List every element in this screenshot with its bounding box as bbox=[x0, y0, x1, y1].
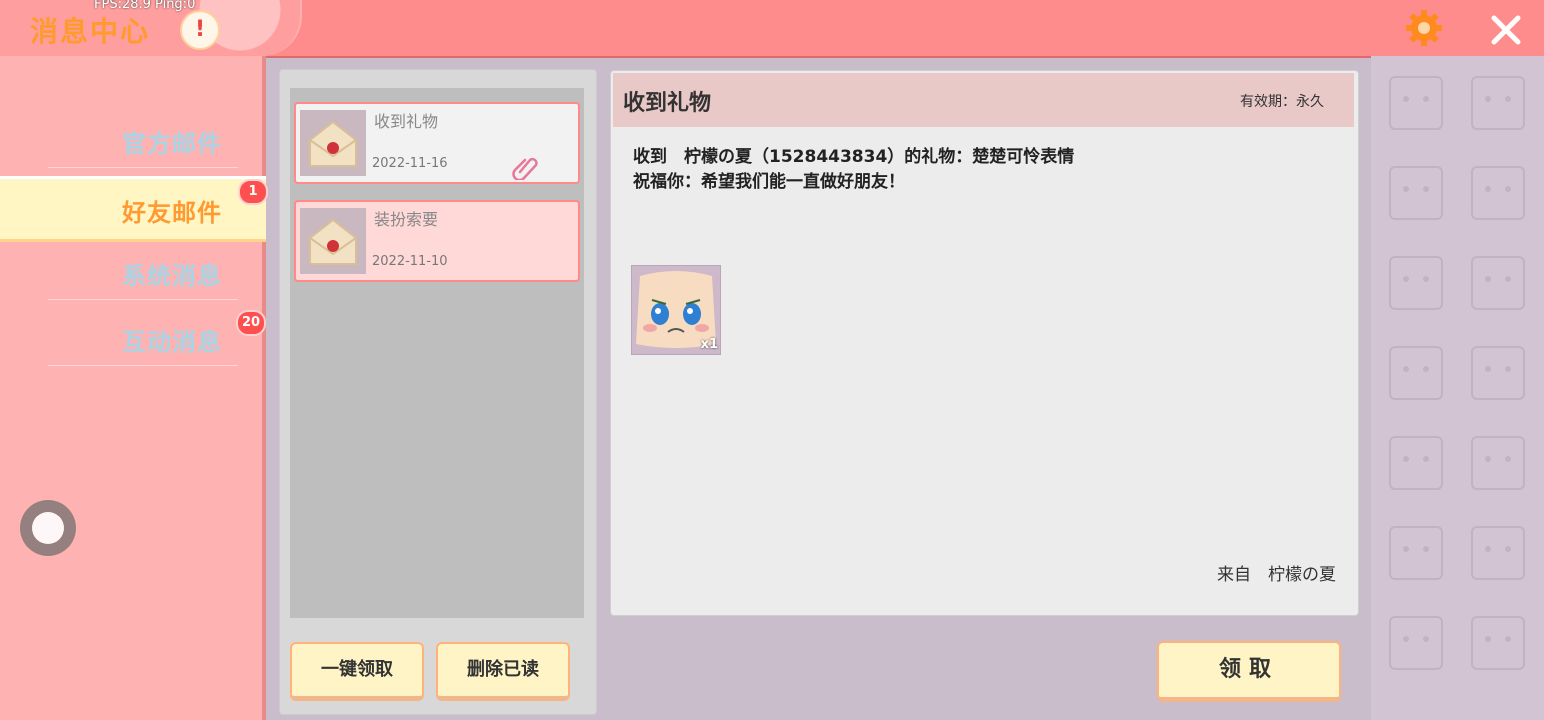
pattern-icon bbox=[1471, 166, 1525, 220]
exclamation-icon[interactable]: ! bbox=[180, 10, 220, 50]
delete-read-button[interactable]: 删除已读 bbox=[436, 642, 570, 701]
sidebar-item-system-messages[interactable]: 系统消息 bbox=[0, 242, 262, 302]
close-icon[interactable] bbox=[1488, 12, 1524, 48]
top-bar: 消息中心 ! FPS:28.9 Ping:0 bbox=[0, 0, 1544, 58]
sidebar-item-label: 官方邮件 bbox=[122, 130, 222, 158]
unread-badge: 1 bbox=[238, 179, 268, 205]
divider bbox=[48, 167, 238, 168]
gift-item[interactable]: x1 bbox=[631, 265, 721, 355]
mail-body-line: 祝福你：希望我们能一直做好朋友！ bbox=[633, 172, 905, 192]
attachment-icon bbox=[512, 157, 538, 180]
mail-body-line: 收到 柠檬の夏（1528443834）的礼物：楚楚可怜表情 bbox=[633, 147, 1075, 167]
joystick-handle[interactable] bbox=[20, 500, 76, 556]
pattern-icon bbox=[1471, 616, 1525, 670]
sidebar: 官方邮件 好友邮件 1 系统消息 互动消息 20 bbox=[0, 56, 268, 720]
pattern-icon bbox=[1471, 256, 1525, 310]
pattern-icon bbox=[1471, 436, 1525, 490]
claim-all-button[interactable]: 一键领取 bbox=[290, 642, 424, 701]
pattern-icon bbox=[1389, 526, 1443, 580]
pattern-icon bbox=[1389, 616, 1443, 670]
sidebar-item-label: 好友邮件 bbox=[122, 199, 222, 227]
claim-button[interactable]: 领取 bbox=[1157, 641, 1341, 702]
pattern-icon bbox=[1389, 166, 1443, 220]
sidebar-item-label: 互动消息 bbox=[122, 328, 222, 356]
gift-quantity: x1 bbox=[700, 337, 718, 352]
sidebar-item-label: 系统消息 bbox=[122, 262, 222, 290]
pattern-icon bbox=[1389, 76, 1443, 130]
fps-readout: FPS:28.9 Ping:0 bbox=[94, 0, 196, 12]
mail-item[interactable]: 装扮索要 2022-11-10 bbox=[294, 200, 580, 282]
mail-title: 装扮索要 bbox=[374, 210, 439, 229]
mail-detail-panel: 收到礼物 有效期：永久 收到 柠檬の夏（1528443834）的礼物：楚楚可怜表… bbox=[610, 70, 1359, 616]
mail-list[interactable]: 收到礼物 2022-11-16 装扮索要 2022-11-10 bbox=[290, 88, 584, 618]
mail-date: 2022-11-16 bbox=[372, 156, 448, 171]
mail-title: 收到礼物 bbox=[374, 112, 439, 131]
sidebar-item-official-mail[interactable]: 官方邮件 bbox=[0, 110, 262, 170]
pattern-icon bbox=[1471, 76, 1525, 130]
pattern-icon bbox=[1389, 346, 1443, 400]
pattern-icon bbox=[1389, 436, 1443, 490]
gear-icon[interactable] bbox=[1404, 8, 1444, 48]
sidebar-item-interaction-messages[interactable]: 互动消息 20 bbox=[0, 308, 266, 368]
divider bbox=[48, 299, 238, 300]
mail-list-panel: 收到礼物 2022-11-16 装扮索要 2022-11-10 一键领取 删除已… bbox=[279, 69, 597, 715]
divider bbox=[48, 365, 238, 366]
detail-title: 收到礼物 bbox=[623, 91, 712, 116]
envelope-icon bbox=[300, 110, 366, 176]
pattern-icon bbox=[1389, 256, 1443, 310]
sidebar-item-friend-mail[interactable]: 好友邮件 1 bbox=[0, 176, 268, 242]
validity-text: 有效期：永久 bbox=[1240, 94, 1324, 110]
unread-badge: 20 bbox=[236, 310, 266, 336]
pattern-icon bbox=[1471, 346, 1525, 400]
sender-text: 来自 柠檬の夏 bbox=[1217, 565, 1336, 585]
detail-header: 收到礼物 有效期：永久 bbox=[613, 73, 1354, 127]
page-title: 消息中心 bbox=[30, 15, 151, 48]
mail-body: 收到 柠檬の夏（1528443834）的礼物：楚楚可怜表情 祝福你：希望我们能一… bbox=[633, 145, 1074, 195]
envelope-icon bbox=[300, 208, 366, 274]
mail-date: 2022-11-10 bbox=[372, 254, 448, 269]
decorative-pattern bbox=[1371, 56, 1544, 720]
mail-item[interactable]: 收到礼物 2022-11-16 bbox=[294, 102, 580, 184]
pattern-icon bbox=[1471, 526, 1525, 580]
